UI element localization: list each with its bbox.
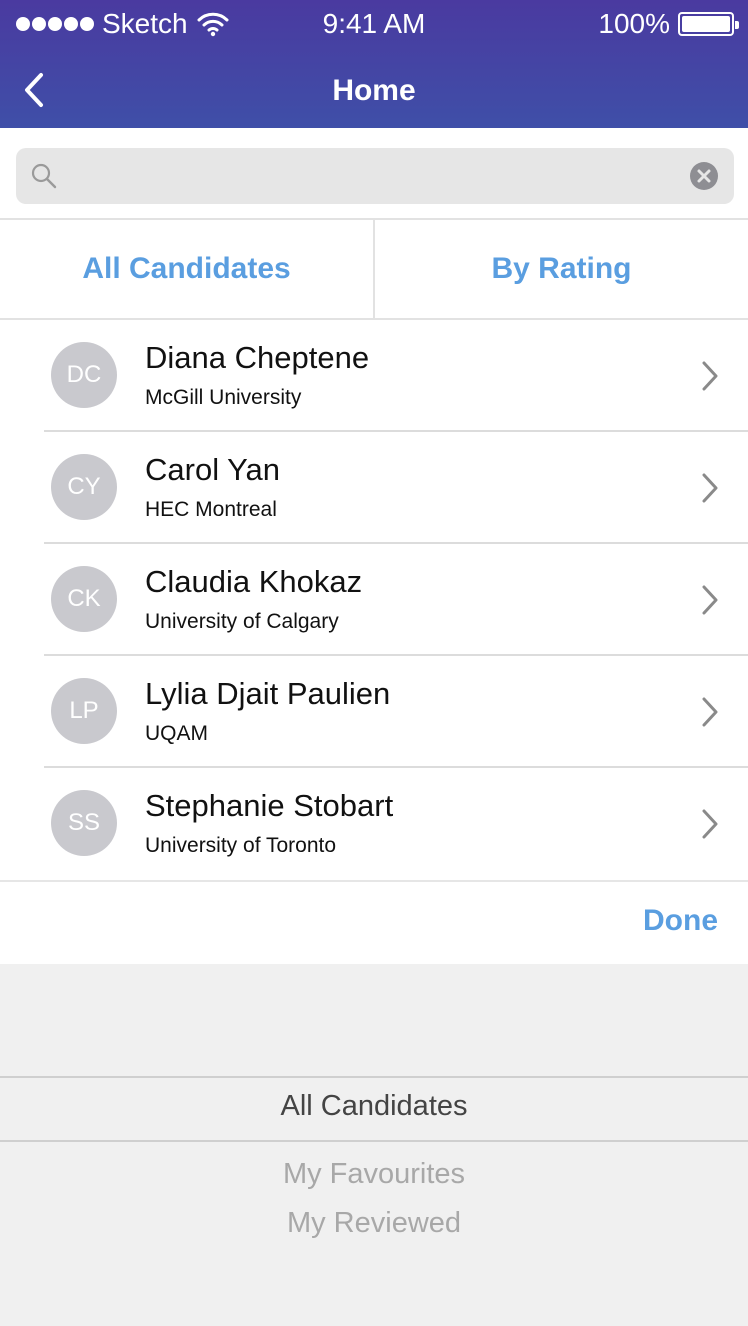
chevron-right-icon — [702, 361, 718, 391]
avatar: CK — [51, 566, 117, 632]
candidate-list: DC Diana Cheptene McGill University CY C… — [0, 320, 748, 880]
chevron-right-icon — [702, 473, 718, 503]
nav-bar: Home — [0, 58, 748, 122]
avatar: LP — [51, 678, 117, 744]
battery-percent: 100% — [598, 8, 670, 39]
candidate-school: University of Toronto — [145, 834, 337, 857]
list-item[interactable]: CK Claudia Khokaz University of Calgary — [0, 544, 748, 656]
candidate-school: HEC Montreal — [145, 498, 277, 521]
tab-all-candidates[interactable]: All Candidates — [0, 220, 373, 318]
candidate-name: Claudia Khokaz — [145, 564, 363, 599]
chevron-right-icon — [702, 697, 718, 727]
done-button[interactable]: Done — [643, 904, 718, 938]
search-icon — [31, 163, 57, 189]
list-item[interactable]: CY Carol Yan HEC Montreal — [0, 432, 748, 544]
battery-icon — [678, 12, 739, 36]
picker-option-selected[interactable]: All Candidates — [0, 1090, 748, 1123]
status-right: 100% — [598, 8, 739, 40]
status-bar: Sketch 9:41 AM 100% — [0, 0, 748, 50]
list-item[interactable]: DC Diana Cheptene McGill University — [0, 320, 748, 432]
picker-option-reviewed[interactable]: My Reviewed — [0, 1207, 748, 1240]
list-item[interactable]: SS Stephanie Stobart University of Toron… — [0, 768, 748, 880]
candidate-name: Stephanie Stobart — [145, 788, 394, 823]
search-box[interactable] — [16, 148, 734, 204]
candidate-name: Lylia Djait Paulien — [145, 676, 391, 711]
avatar: SS — [51, 790, 117, 856]
candidate-school: UQAM — [145, 722, 208, 745]
search-input[interactable] — [76, 156, 676, 196]
picker-toolbar: Done — [0, 880, 748, 964]
page-title: Home — [332, 74, 416, 107]
picker-selection-bottom-line — [0, 1140, 748, 1142]
picker-selection-top-line — [0, 1076, 748, 1078]
avatar: DC — [51, 342, 117, 408]
chevron-right-icon — [702, 585, 718, 615]
segment-control: All Candidates By Rating — [0, 220, 748, 320]
filter-picker[interactable]: All Candidates My Favourites My Reviewed — [0, 964, 748, 1326]
candidate-school: University of Calgary — [145, 610, 339, 633]
list-item[interactable]: LP Lylia Djait Paulien UQAM — [0, 656, 748, 768]
picker-option-favourites[interactable]: My Favourites — [0, 1158, 748, 1191]
avatar: CY — [51, 454, 117, 520]
tab-by-rating[interactable]: By Rating — [375, 220, 748, 318]
header: Sketch 9:41 AM 100% Home — [0, 0, 748, 128]
candidate-school: McGill University — [145, 386, 302, 409]
search-area — [0, 128, 748, 220]
candidate-name: Carol Yan — [145, 452, 280, 487]
candidate-name: Diana Cheptene — [145, 340, 370, 375]
chevron-right-icon — [702, 809, 718, 839]
clear-icon[interactable] — [690, 162, 718, 190]
